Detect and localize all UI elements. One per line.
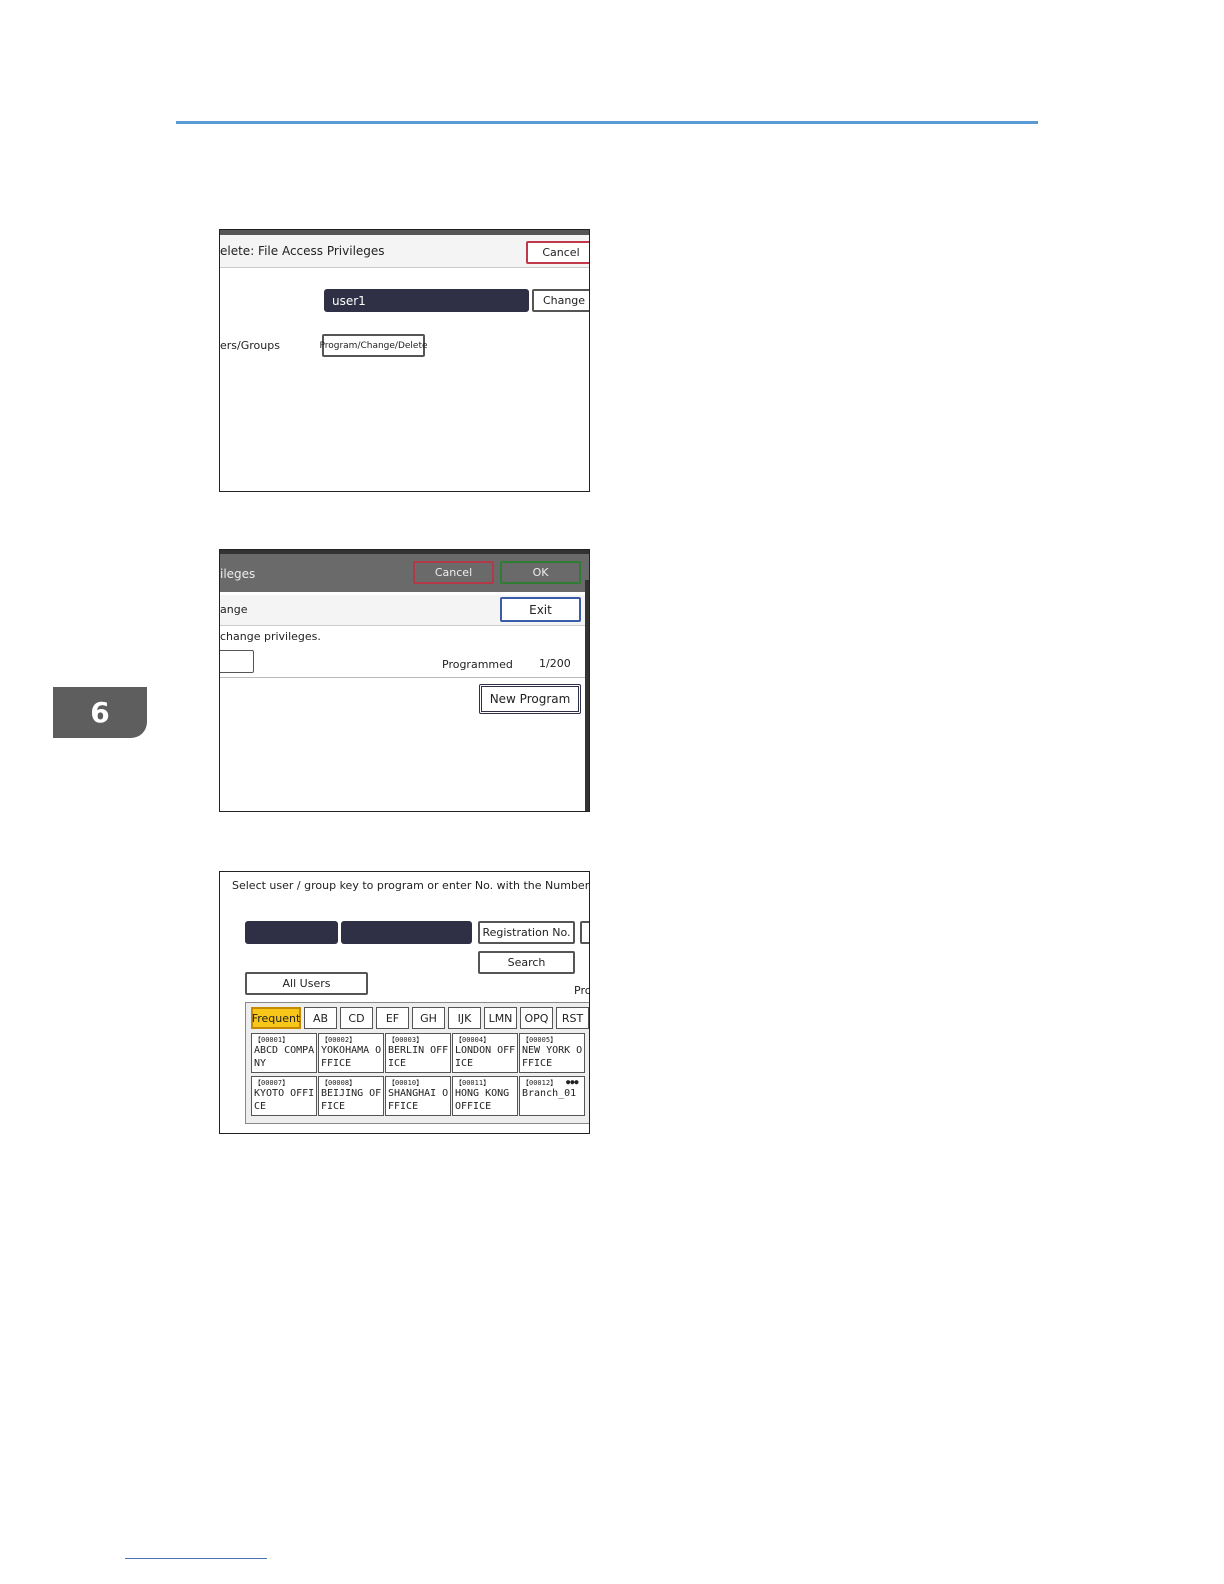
user-key-name: YOKOHAMA OFFICE (321, 1045, 382, 1069)
screenshot-change-privileges: ileges Cancel OK ange Exit change privil… (219, 549, 590, 812)
user-key-name: BERLIN OFFICE (388, 1045, 449, 1069)
sub-title: ange (220, 603, 248, 616)
program-change-delete-button[interactable]: Program/Change/Delete (319, 334, 428, 357)
user-key-name: BEIJING OFFICE (321, 1088, 382, 1112)
user-key-name: LONDON OFFICE (455, 1045, 516, 1069)
footer-link-rule (125, 1558, 267, 1559)
registration-no-button[interactable]: Registration No. (478, 921, 575, 944)
tab-lmn[interactable]: LMN (484, 1007, 517, 1029)
user-key-name: NEW YORK OFFICE (522, 1045, 583, 1069)
cancel-button[interactable]: Cancel (413, 561, 494, 584)
user-key-name: ABCD COMPANY (254, 1045, 315, 1069)
tab-gh[interactable]: GH (412, 1007, 445, 1029)
ok-button[interactable]: OK (500, 561, 581, 584)
user-key-name: Branch_01 (522, 1088, 577, 1099)
chapter-tab: 6 (53, 687, 147, 738)
instruction-text: Select user / group key to program or en… (232, 879, 590, 892)
screenshot-select-user: Select user / group key to program or en… (219, 871, 590, 1134)
tab-ijk[interactable]: IJK (448, 1007, 481, 1029)
user-key-name: KYOTO OFFICE (254, 1088, 315, 1112)
partial-button[interactable] (580, 921, 589, 944)
header-title: ileges (220, 567, 256, 581)
tab-ef[interactable]: EF (376, 1007, 409, 1029)
tab-cd[interactable]: CD (340, 1007, 373, 1029)
user-key-00001[interactable]: 【00001】 ABCD COMPANY (251, 1033, 317, 1073)
user-key-00011[interactable]: 【00011】 HONG KONG OFFICE (452, 1076, 518, 1116)
users-groups-label: ers/Groups (220, 339, 280, 352)
chapter-number: 6 (90, 696, 110, 729)
tab-rst[interactable]: RST (556, 1007, 589, 1029)
screen-title: elete: File Access Privileges (220, 244, 385, 258)
change-button[interactable]: Change (532, 289, 589, 312)
exit-button[interactable]: Exit (500, 597, 581, 622)
search-button[interactable]: Search (478, 951, 575, 974)
user-key-00007[interactable]: 【00007】 KYOTO OFFICE (251, 1076, 317, 1116)
tab-opq[interactable]: OPQ (520, 1007, 553, 1029)
user-key-name: HONG KONG OFFICE (455, 1088, 510, 1112)
scrollbar[interactable] (585, 580, 589, 811)
owner-field: user1 (324, 289, 529, 312)
user-key-00008[interactable]: 【00008】 BEIJING OFFICE (318, 1076, 384, 1116)
tab-ab[interactable]: AB (304, 1007, 337, 1029)
instruction-text: change privileges. (220, 630, 321, 643)
programmed-label: Programmed (442, 658, 513, 671)
user-key-00010[interactable]: 【00010】 SHANGHAI OFFICE (385, 1076, 451, 1116)
header-rule (176, 121, 1038, 124)
user-key-00004[interactable]: 【00004】 LONDON OFFICE (452, 1033, 518, 1073)
screenshot-file-access-privileges: elete: File Access Privileges Cancel use… (219, 229, 590, 492)
user-key-00002[interactable]: 【00002】 YOKOHAMA OFFICE (318, 1033, 384, 1073)
tab-frequent[interactable]: Frequent (251, 1007, 301, 1029)
cancel-button[interactable]: Cancel (526, 241, 589, 264)
new-program-button[interactable]: New Program (479, 684, 581, 714)
user-key-name: SHANGHAI OFFICE (388, 1088, 449, 1112)
user-key-00003[interactable]: 【00003】 BERLIN OFFICE (385, 1033, 451, 1073)
programmed-count: 1/200 (539, 657, 571, 670)
user-key-00005[interactable]: 【00005】 NEW YORK OFFICE (519, 1033, 585, 1073)
partial-button[interactable] (220, 650, 254, 673)
group-icon: ●●● (566, 1078, 579, 1086)
detail-field (341, 921, 472, 944)
all-users-button[interactable]: All Users (245, 972, 368, 995)
divider (220, 677, 589, 678)
group-key-00012[interactable]: 【00012】 ●●● Branch_01 (519, 1076, 585, 1116)
name-field (245, 921, 338, 944)
programmed-label-partial: Pro (574, 984, 590, 997)
